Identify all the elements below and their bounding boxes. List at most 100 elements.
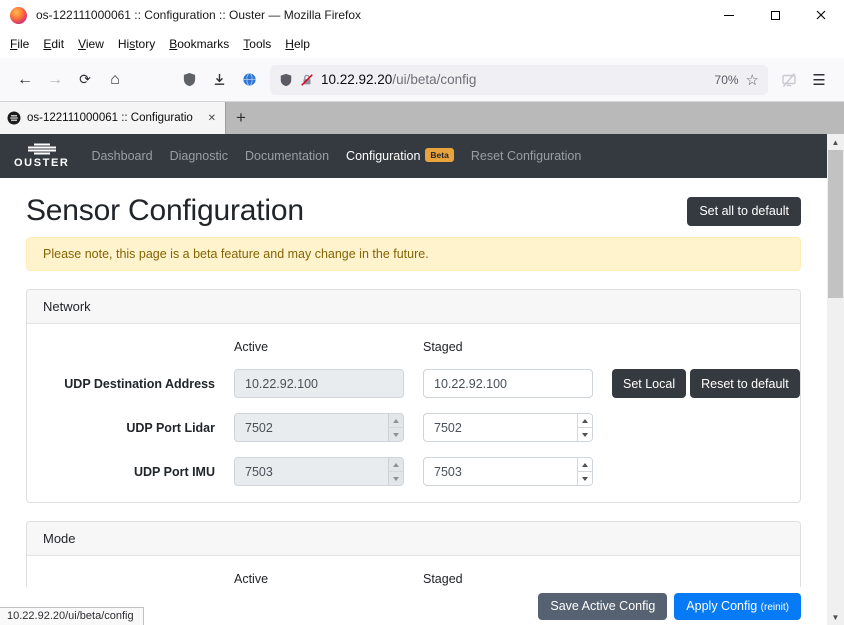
new-tab-button[interactable]: + xyxy=(226,102,256,134)
column-header-active: Active xyxy=(234,340,404,354)
nav-item-reset-configuration[interactable]: Reset Configuration xyxy=(471,149,581,163)
menu-item-tools[interactable]: Tools xyxy=(236,33,278,55)
number-spinner[interactable] xyxy=(577,458,592,485)
tab-ouster-config[interactable]: os-122111000061 :: Configuratio ✕ xyxy=(0,102,226,134)
spinner-up-icon xyxy=(582,419,588,423)
browser-window: os-122111000061 :: Configuration :: Oust… xyxy=(0,0,844,625)
close-icon xyxy=(816,10,826,20)
spinner-up-icon xyxy=(582,463,588,467)
vertical-scrollbar[interactable]: ▲ ▼ xyxy=(827,134,844,625)
extension-globe-icon[interactable] xyxy=(234,65,264,95)
row-label-udp-destination-address: UDP Destination Address xyxy=(43,377,215,391)
nav-item-diagnostic[interactable]: Diagnostic xyxy=(170,149,228,163)
scrollbar-track[interactable] xyxy=(827,150,844,609)
page: OUSTER Dashboard Diagnostic Documentation C… xyxy=(0,134,827,625)
tab-bar-filler xyxy=(256,102,844,134)
row-label-udp-port-lidar: UDP Port Lidar xyxy=(43,421,215,435)
column-header-active: Active xyxy=(234,572,404,586)
forward-button[interactable]: → xyxy=(40,65,70,95)
menu-item-file[interactable]: File xyxy=(3,33,36,55)
reload-button[interactable]: ⟳ xyxy=(70,65,100,95)
udp-destination-address-staged-input[interactable] xyxy=(423,369,593,398)
menu-bar: FileEditViewHistoryBookmarksToolsHelp xyxy=(0,30,844,58)
nav-item-documentation[interactable]: Documentation xyxy=(245,149,329,163)
row-label-udp-port-imu: UDP Port IMU xyxy=(43,465,215,479)
close-button[interactable] xyxy=(798,0,844,30)
url-text: 10.22.92.20/ui/beta/config xyxy=(321,72,708,87)
url-bar[interactable]: 10.22.92.20/ui/beta/config 70% ☆ xyxy=(270,65,768,95)
network-card: Network Active Staged UDP Destination Ad… xyxy=(26,289,801,503)
hamburger-menu-button[interactable]: ☰ xyxy=(804,65,834,95)
tab-favicon-icon xyxy=(7,111,21,125)
set-local-button[interactable]: Set Local xyxy=(612,369,686,398)
udp-port-lidar-staged-input[interactable] xyxy=(423,413,593,442)
url-path: /ui/beta/config xyxy=(392,72,476,87)
back-button[interactable]: ← xyxy=(10,65,40,95)
spinner-up-icon xyxy=(393,463,399,467)
menu-item-history[interactable]: History xyxy=(111,33,162,55)
udp-port-imu-active-input xyxy=(234,457,404,486)
nav-toolbar: ← → ⟳ ⌂ 10.22.92.20/ui/beta/config 70% ☆ xyxy=(0,58,844,102)
apply-config-label: Apply Config xyxy=(686,599,757,613)
number-spinner xyxy=(388,458,403,485)
udp-destination-address-active-input xyxy=(234,369,404,398)
number-spinner[interactable] xyxy=(577,414,592,441)
beta-alert: Please note, this page is a beta feature… xyxy=(26,237,801,271)
ouster-brand-text: OUSTER xyxy=(14,157,69,169)
ouster-logo-mark-icon xyxy=(21,143,63,155)
download-icon xyxy=(212,72,227,87)
menu-item-edit[interactable]: Edit xyxy=(36,33,71,55)
browser-viewport: OUSTER Dashboard Diagnostic Documentation C… xyxy=(0,134,844,625)
site-nav-links: Dashboard Diagnostic Documentation Configur… xyxy=(91,149,581,163)
apply-config-suffix: (reinit) xyxy=(761,602,789,613)
firefox-icon xyxy=(10,7,27,24)
url-host: 10.22.92.20 xyxy=(321,72,392,87)
menu-item-view[interactable]: View xyxy=(71,33,111,55)
tab-bar: os-122111000061 :: Configuratio ✕ + xyxy=(0,102,844,134)
number-spinner xyxy=(388,414,403,441)
status-bar-link: 10.22.92.20/ui/beta/config xyxy=(0,607,144,625)
column-header-staged: Staged xyxy=(423,340,593,354)
udp-port-lidar-active-input xyxy=(234,413,404,442)
apply-config-button[interactable]: Apply Config (reinit) xyxy=(674,593,801,620)
window-controls xyxy=(706,0,844,30)
insecure-lock-icon[interactable] xyxy=(300,73,314,87)
downloads-button[interactable] xyxy=(204,65,234,95)
menu-item-help[interactable]: Help xyxy=(278,33,317,55)
minimize-button[interactable] xyxy=(706,0,752,30)
column-header-staged: Staged xyxy=(423,572,593,586)
scroll-up-icon[interactable]: ▲ xyxy=(827,134,844,150)
spinner-down-icon xyxy=(393,433,399,437)
set-all-default-button[interactable]: Set all to default xyxy=(687,197,801,226)
zoom-level[interactable]: 70% xyxy=(715,73,739,87)
maximize-button[interactable] xyxy=(752,0,798,30)
network-card-header: Network xyxy=(27,290,800,324)
tab-close-icon[interactable]: ✕ xyxy=(205,111,219,126)
reset-to-default-button[interactable]: Reset to default xyxy=(690,369,800,398)
extension-shield-icon[interactable] xyxy=(174,65,204,95)
nav-item-dashboard[interactable]: Dashboard xyxy=(91,149,152,163)
spinner-down-icon xyxy=(582,433,588,437)
window-title: os-122111000061 :: Configuration :: Oust… xyxy=(36,8,706,22)
minimize-icon xyxy=(724,15,734,16)
bookmark-star-icon[interactable]: ☆ xyxy=(746,71,759,89)
page-title: Sensor Configuration xyxy=(26,193,304,229)
title-bar: os-122111000061 :: Configuration :: Oust… xyxy=(0,0,844,30)
site-navbar: OUSTER Dashboard Diagnostic Documentation C… xyxy=(0,134,827,178)
udp-port-imu-staged-input[interactable] xyxy=(423,457,593,486)
spinner-down-icon xyxy=(582,477,588,481)
ouster-logo[interactable]: OUSTER xyxy=(14,143,69,169)
send-to-device-icon xyxy=(774,65,804,95)
spinner-down-icon xyxy=(393,477,399,481)
tab-title: os-122111000061 :: Configuratio xyxy=(27,112,199,124)
scrollbar-thumb[interactable] xyxy=(828,150,843,298)
mode-card-header: Mode xyxy=(27,522,800,556)
tracking-protection-shield-icon[interactable] xyxy=(279,73,293,87)
nav-item-configuration[interactable]: ConfigurationBeta xyxy=(346,149,454,163)
spinner-up-icon xyxy=(393,419,399,423)
scroll-down-icon[interactable]: ▼ xyxy=(827,609,844,625)
home-button[interactable]: ⌂ xyxy=(100,65,130,95)
save-active-config-button[interactable]: Save Active Config xyxy=(538,593,667,620)
menu-item-bookmarks[interactable]: Bookmarks xyxy=(162,33,236,55)
maximize-icon xyxy=(771,11,780,20)
